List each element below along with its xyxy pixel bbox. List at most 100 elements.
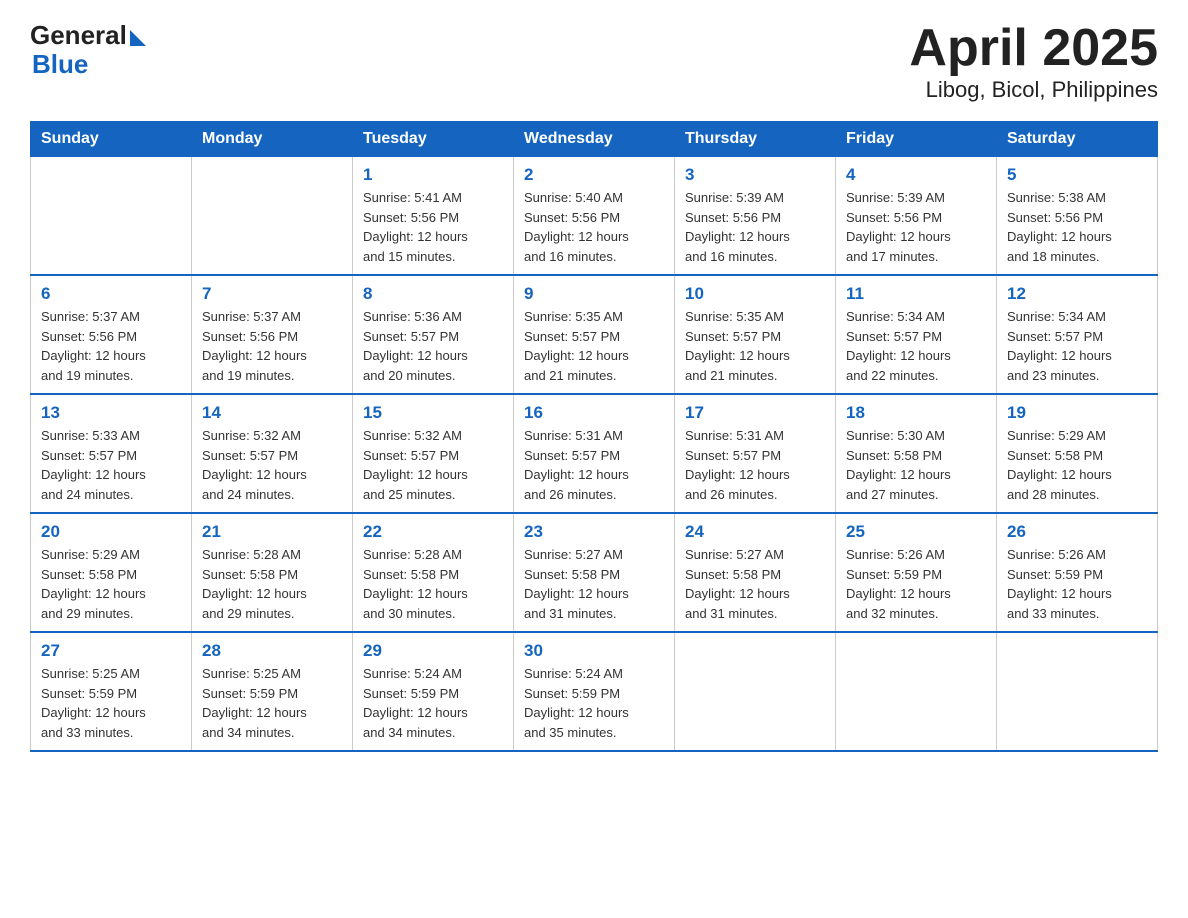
day-number: 1 [363,165,503,185]
day-info: Sunrise: 5:25 AM Sunset: 5:59 PM Dayligh… [202,664,342,742]
title-block: April 2025 Libog, Bicol, Philippines [909,20,1158,103]
day-info: Sunrise: 5:34 AM Sunset: 5:57 PM Dayligh… [846,307,986,385]
day-info: Sunrise: 5:27 AM Sunset: 5:58 PM Dayligh… [685,545,825,623]
day-info: Sunrise: 5:37 AM Sunset: 5:56 PM Dayligh… [41,307,181,385]
calendar-cell-w1-d3: 1 Sunrise: 5:41 AM Sunset: 5:56 PM Daylig… [353,157,514,276]
day-number: 26 [1007,522,1147,542]
calendar-week-4: 20Sunrise: 5:29 AM Sunset: 5:58 PM Dayli… [31,513,1158,632]
day-info: Sunrise: 5:35 AM Sunset: 5:57 PM Dayligh… [685,307,825,385]
day-number: 9 [524,284,664,304]
calendar-cell-w2-d4: 9 Sunrise: 5:35 AM Sunset: 5:57 PM Daylig… [514,275,675,394]
calendar-week-5: 27 Sunrise: 5:25 AM Sunset: 5:59 PM Dayli… [31,632,1158,751]
weekday-header-tuesday: Tuesday [353,122,514,157]
calendar-cell-w4-d2: 21 Sunrise: 5:28 AM Sunset: 5:58 PM Dayli… [192,513,353,632]
calendar-cell-w2-d1: 6 Sunrise: 5:37 AM Sunset: 5:56 PM Daylig… [31,275,192,394]
day-info: Sunrise: 5:39 AM Sunset: 5:56 PM Dayligh… [846,188,986,266]
day-number: 18 [846,403,986,423]
day-number: 27 [41,641,181,661]
day-number: 10 [685,284,825,304]
day-info: Sunrise: 5:40 AM Sunset: 5:56 PM Dayligh… [524,188,664,266]
calendar-week-2: 6 Sunrise: 5:37 AM Sunset: 5:56 PM Daylig… [31,275,1158,394]
day-info: Sunrise: 5:29 AM Sunset: 5:58 PM Dayligh… [1007,426,1147,504]
day-info: Sunrise: 5:36 AM Sunset: 5:57 PM Dayligh… [363,307,503,385]
calendar-cell-w1-d6: 4 Sunrise: 5:39 AM Sunset: 5:56 PM Daylig… [836,157,997,276]
day-info: Sunrise: 5:28 AM Sunset: 5:58 PM Dayligh… [202,545,342,623]
day-number: 28 [202,641,342,661]
calendar-cell-w5-d1: 27 Sunrise: 5:25 AM Sunset: 5:59 PM Dayli… [31,632,192,751]
day-info: Sunrise: 5:25 AM Sunset: 5:59 PM Dayligh… [41,664,181,742]
calendar-cell-w3-d5: 17 Sunrise: 5:31 AM Sunset: 5:57 PM Dayli… [675,394,836,513]
day-info: Sunrise: 5:35 AM Sunset: 5:57 PM Dayligh… [524,307,664,385]
day-info: Sunrise: 5:32 AM Sunset: 5:57 PM Dayligh… [202,426,342,504]
weekday-header-thursday: Thursday [675,122,836,157]
calendar-cell-w5-d2: 28 Sunrise: 5:25 AM Sunset: 5:59 PM Dayli… [192,632,353,751]
day-number: 6 [41,284,181,304]
logo-blue: Blue [32,49,88,79]
day-number: 15 [363,403,503,423]
day-number: 11 [846,284,986,304]
day-number: 19 [1007,403,1147,423]
day-number: 29 [363,641,503,661]
calendar-week-1: 1 Sunrise: 5:41 AM Sunset: 5:56 PM Daylig… [31,157,1158,276]
day-number: 8 [363,284,503,304]
day-info: Sunrise: 5:24 AM Sunset: 5:59 PM Dayligh… [524,664,664,742]
calendar-cell-w2-d3: 8 Sunrise: 5:36 AM Sunset: 5:57 PM Daylig… [353,275,514,394]
day-number: 23 [524,522,664,542]
calendar-header-row: SundayMondayTuesdayWednesdayThursdayFrid… [31,122,1158,157]
day-info: Sunrise: 5:33 AM Sunset: 5:57 PM Dayligh… [41,426,181,504]
day-number: 5 [1007,165,1147,185]
day-info: Sunrise: 5:37 AM Sunset: 5:56 PM Dayligh… [202,307,342,385]
calendar-table: SundayMondayTuesdayWednesdayThursdayFrid… [30,121,1158,752]
calendar-cell-w5-d3: 29 Sunrise: 5:24 AM Sunset: 5:59 PM Dayli… [353,632,514,751]
logo-general: General [30,20,127,51]
day-number: 16 [524,403,664,423]
calendar-cell-w3-d6: 18 Sunrise: 5:30 AM Sunset: 5:58 PM Dayli… [836,394,997,513]
day-info: Sunrise: 5:31 AM Sunset: 5:57 PM Dayligh… [685,426,825,504]
calendar-cell-w4-d1: 20Sunrise: 5:29 AM Sunset: 5:58 PM Dayli… [31,513,192,632]
logo-triangle-icon [130,30,146,46]
day-number: 12 [1007,284,1147,304]
day-info: Sunrise: 5:24 AM Sunset: 5:59 PM Dayligh… [363,664,503,742]
day-number: 22 [363,522,503,542]
day-info: Sunrise: 5:31 AM Sunset: 5:57 PM Dayligh… [524,426,664,504]
day-number: 14 [202,403,342,423]
calendar-cell-w1-d5: 3 Sunrise: 5:39 AM Sunset: 5:56 PM Daylig… [675,157,836,276]
calendar-cell-w2-d7: 12Sunrise: 5:34 AM Sunset: 5:57 PM Dayli… [997,275,1158,394]
day-info: Sunrise: 5:38 AM Sunset: 5:56 PM Dayligh… [1007,188,1147,266]
calendar-cell-w4-d7: 26Sunrise: 5:26 AM Sunset: 5:59 PM Dayli… [997,513,1158,632]
day-info: Sunrise: 5:26 AM Sunset: 5:59 PM Dayligh… [846,545,986,623]
weekday-header-monday: Monday [192,122,353,157]
calendar-cell-w5-d6 [836,632,997,751]
day-number: 21 [202,522,342,542]
day-number: 30 [524,641,664,661]
day-info: Sunrise: 5:29 AM Sunset: 5:58 PM Dayligh… [41,545,181,623]
day-number: 4 [846,165,986,185]
day-number: 3 [685,165,825,185]
day-info: Sunrise: 5:39 AM Sunset: 5:56 PM Dayligh… [685,188,825,266]
day-number: 13 [41,403,181,423]
calendar-cell-w1-d1 [31,157,192,276]
calendar-cell-w5-d5 [675,632,836,751]
day-number: 25 [846,522,986,542]
calendar-cell-w3-d3: 15 Sunrise: 5:32 AM Sunset: 5:57 PM Dayli… [353,394,514,513]
calendar-cell-w1-d7: 5 Sunrise: 5:38 AM Sunset: 5:56 PM Daylig… [997,157,1158,276]
calendar-week-3: 13 Sunrise: 5:33 AM Sunset: 5:57 PM Dayli… [31,394,1158,513]
day-info: Sunrise: 5:30 AM Sunset: 5:58 PM Dayligh… [846,426,986,504]
calendar-cell-w4-d4: 23Sunrise: 5:27 AM Sunset: 5:58 PM Dayli… [514,513,675,632]
day-info: Sunrise: 5:32 AM Sunset: 5:57 PM Dayligh… [363,426,503,504]
calendar-cell-w1-d2 [192,157,353,276]
calendar-cell-w2-d2: 7Sunrise: 5:37 AM Sunset: 5:56 PM Daylig… [192,275,353,394]
calendar-cell-w4-d6: 25 Sunrise: 5:26 AM Sunset: 5:59 PM Dayli… [836,513,997,632]
calendar-cell-w5-d4: 30 Sunrise: 5:24 AM Sunset: 5:59 PM Dayli… [514,632,675,751]
calendar-cell-w3-d4: 16 Sunrise: 5:31 AM Sunset: 5:57 PM Dayli… [514,394,675,513]
calendar-cell-w4-d3: 22 Sunrise: 5:28 AM Sunset: 5:58 PM Dayli… [353,513,514,632]
day-info: Sunrise: 5:41 AM Sunset: 5:56 PM Dayligh… [363,188,503,266]
page-header: General Blue April 2025 Libog, Bicol, Ph… [30,20,1158,103]
day-number: 17 [685,403,825,423]
calendar-cell-w1-d4: 2Sunrise: 5:40 AM Sunset: 5:56 PM Daylig… [514,157,675,276]
weekday-header-friday: Friday [836,122,997,157]
day-number: 24 [685,522,825,542]
page-title: April 2025 [909,20,1158,77]
page-subtitle: Libog, Bicol, Philippines [909,77,1158,103]
day-info: Sunrise: 5:28 AM Sunset: 5:58 PM Dayligh… [363,545,503,623]
